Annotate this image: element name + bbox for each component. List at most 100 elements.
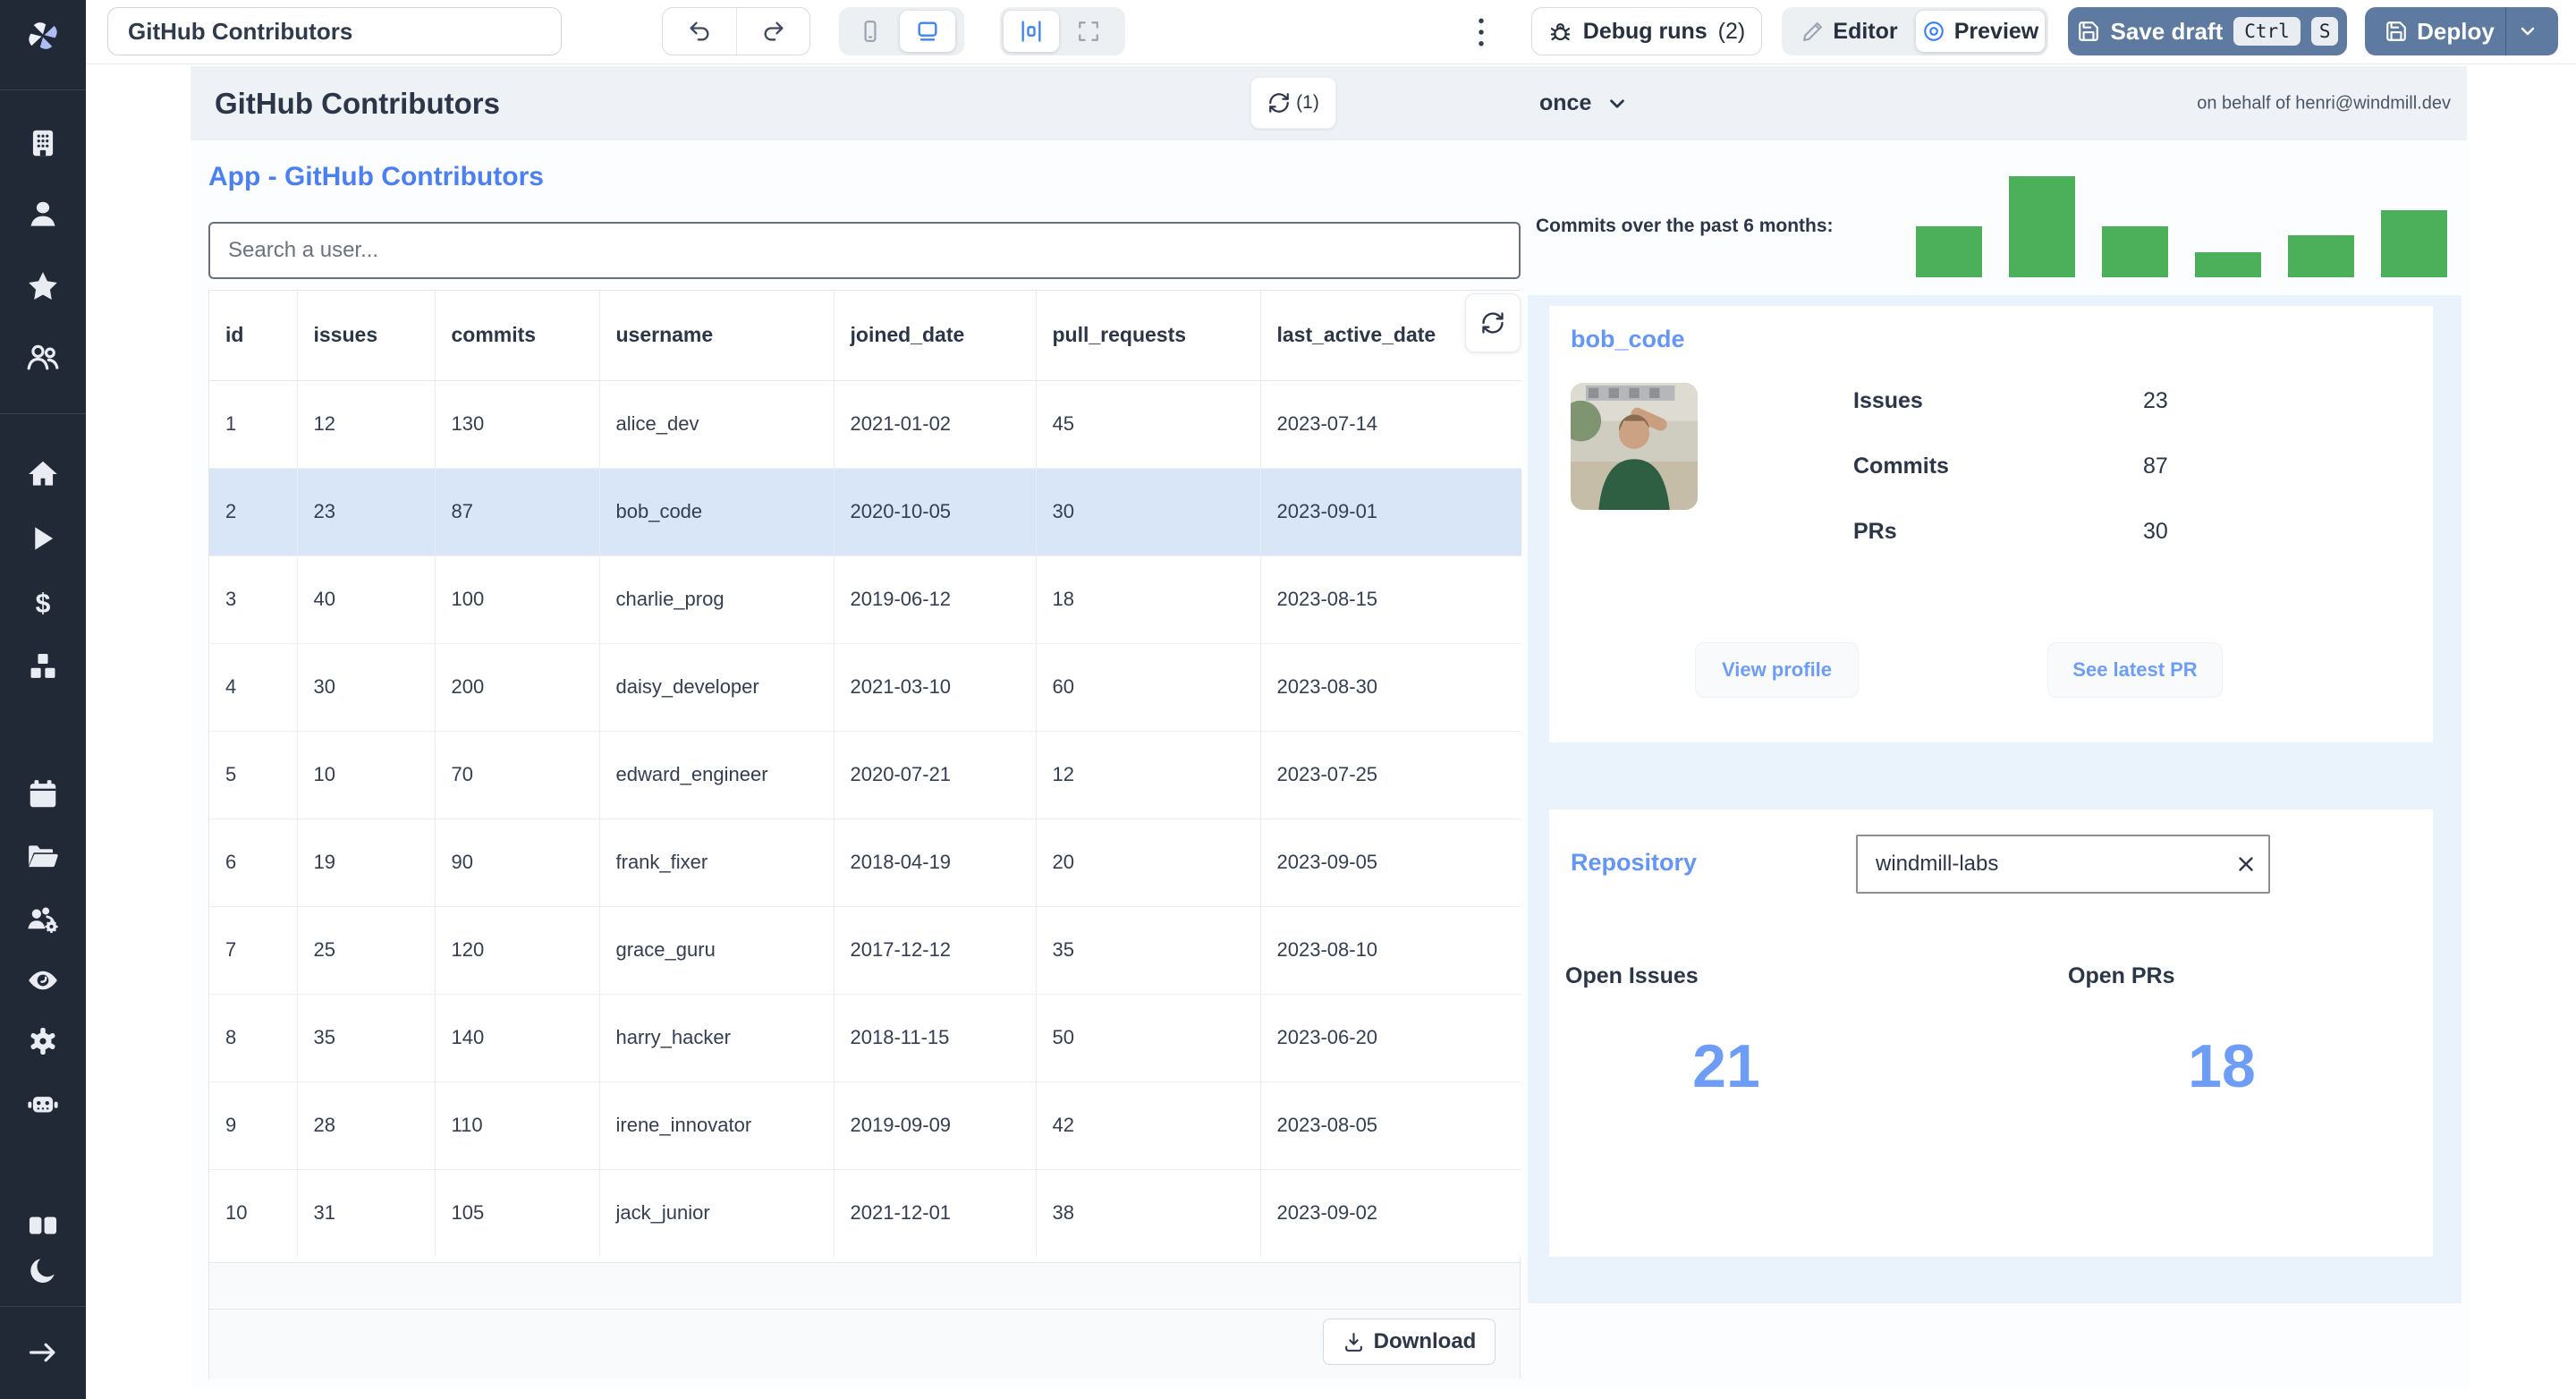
schedule-select[interactable]: once (1539, 66, 1629, 140)
column-header-commits: commits (435, 291, 600, 381)
app-refresh-button[interactable]: (1) (1250, 77, 1336, 129)
table-cell: frank_fixer (599, 818, 835, 906)
more-options-button[interactable] (1470, 13, 1492, 52)
column-header-issues: issues (297, 291, 436, 381)
table-cell: 25 (297, 905, 436, 994)
table-cell: 30 (297, 642, 436, 731)
undo-icon (690, 21, 709, 41)
schedule-value: once (1539, 90, 1592, 115)
home-icon[interactable] (0, 456, 86, 492)
stat-value: 23 (2143, 388, 2168, 413)
undo-button[interactable] (663, 8, 736, 55)
table-cell: 2 (209, 467, 298, 555)
table-cell: 12 (297, 380, 436, 468)
save-draft-button[interactable]: Save draft Ctrl S (2068, 7, 2347, 55)
robot-icon[interactable] (0, 1086, 86, 1122)
table-refresh-button[interactable] (1465, 293, 1521, 352)
column-header-username: username (599, 291, 835, 381)
table-footer: Download (209, 1309, 1520, 1378)
dollar-icon[interactable]: $ (0, 585, 86, 621)
deploy-dropdown-button[interactable] (2517, 21, 2538, 42)
refresh-icon (1482, 312, 1504, 334)
stat-row-issues: Issues 23 (1853, 388, 2354, 419)
table-cell: harry_hacker (599, 993, 835, 1081)
table-cell: edward_engineer (599, 730, 835, 818)
debug-runs-button[interactable]: Debug runs (2) (1531, 7, 1762, 55)
editor-tab-label: Editor (1833, 18, 1898, 44)
fullscreen-button[interactable] (1061, 11, 1116, 52)
table-row[interactable]: 10 31 105 jack_junior 2021-12-01 38 2023-09-02 (209, 1168, 1521, 1257)
center-align-button[interactable] (1004, 11, 1059, 52)
desktop-view-button[interactable] (900, 11, 955, 52)
users-gear-icon[interactable] (0, 902, 86, 937)
redo-button[interactable] (736, 8, 809, 55)
repository-input-wrap (1856, 835, 2270, 894)
calendar-icon[interactable] (0, 776, 86, 812)
repository-input[interactable] (1856, 835, 2270, 894)
sidebar-divider (0, 89, 86, 90)
dark-mode-moon-icon[interactable] (0, 1252, 86, 1288)
column-header-pull_requests: pull_requests (1036, 291, 1261, 381)
book-icon[interactable] (0, 1208, 86, 1243)
table-cell: 18 (1036, 555, 1261, 643)
table-cell: 9 (209, 1081, 298, 1169)
table-cell: 2023-06-20 (1260, 993, 1521, 1081)
stat-value: 30 (2143, 519, 2168, 544)
repository-card-title: Repository (1571, 849, 1698, 876)
user-group-icon[interactable] (0, 340, 86, 376)
windmill-app-editor: $ GitHub Contributors Debug runs (2) Edi… (0, 0, 2576, 1399)
table-cell: 2019-09-09 (834, 1081, 1037, 1169)
download-icon (1344, 1332, 1362, 1352)
preview-tab[interactable]: Preview (1916, 11, 2045, 52)
table-cell: 2019-06-12 (834, 555, 1037, 643)
table-row[interactable]: 3 40 100 charlie_prog 2019-06-12 18 2023-08-15 (209, 555, 1521, 643)
eye-icon[interactable] (0, 962, 86, 998)
bug-icon (1550, 22, 1570, 40)
table-cell: grace_guru (599, 905, 835, 994)
mobile-icon (864, 21, 877, 42)
table-cell: 31 (297, 1168, 436, 1257)
play-icon[interactable] (0, 521, 86, 556)
editor-tab[interactable]: Editor (1785, 11, 1914, 52)
table-row[interactable]: 2 23 87 bob_code 2020-10-05 30 2023-09-01 (209, 467, 1521, 555)
see-latest-pr-button[interactable]: See latest PR (2047, 642, 2223, 698)
table-row[interactable]: 8 35 140 harry_hacker 2018-11-15 50 2023-06-20 (209, 993, 1521, 1081)
table-cell: 2023-09-02 (1260, 1168, 1521, 1257)
table-row[interactable]: 1 12 130 alice_dev 2021-01-02 45 2023-07-14 (209, 380, 1521, 468)
download-button[interactable]: Download (1323, 1318, 1496, 1365)
deploy-button[interactable]: Deploy (2365, 7, 2558, 55)
table-cell: 2023-08-15 (1260, 555, 1521, 643)
table-cell: 42 (1036, 1081, 1261, 1169)
table-row[interactable]: 7 25 120 grace_guru 2017-12-12 35 2023-08-10 (209, 905, 1521, 994)
repository-card: Repository Open Issues Open PRs 21 18 (1549, 810, 2433, 1257)
table-cell: 2023-07-25 (1260, 730, 1521, 818)
app-title-input[interactable] (107, 7, 562, 55)
search-input[interactable] (208, 222, 1521, 279)
desktop-icon (918, 21, 937, 41)
cubes-icon[interactable] (0, 649, 86, 685)
download-label: Download (1373, 1329, 1477, 1353)
view-profile-button[interactable]: View profile (1695, 642, 1859, 698)
table-row[interactable]: 6 19 90 frank_fixer 2018-04-19 20 2023-09-05 (209, 818, 1521, 906)
table-row[interactable]: 4 30 200 daisy_developer 2021-03-10 60 2023-08… (209, 642, 1521, 731)
svg-text:$: $ (36, 589, 51, 618)
table-cell: 2020-10-05 (834, 467, 1037, 555)
table-row[interactable]: 9 28 110 irene_innovator 2019-09-09 42 2023-08… (209, 1081, 1521, 1169)
clear-input-button[interactable] (2234, 852, 2258, 876)
chart-bar (2288, 235, 2354, 277)
table-cell: 2020-07-21 (834, 730, 1037, 818)
star-icon[interactable] (0, 268, 86, 304)
collapse-arrow-icon[interactable] (0, 1335, 86, 1370)
table-cell: 100 (435, 555, 600, 643)
table-row[interactable]: 5 10 70 edward_engineer 2020-07-21 12 2023-07-… (209, 730, 1521, 818)
workspace-building-icon[interactable] (0, 125, 86, 161)
table-cell: 2023-08-10 (1260, 905, 1521, 994)
table-cell: 1 (209, 380, 298, 468)
folder-icon[interactable] (0, 839, 86, 875)
app-header-title: GitHub Contributors (215, 86, 500, 120)
contributors-table-body: 1 12 130 alice_dev 2021-01-02 45 2023-07-14 2 23… (209, 380, 1521, 1257)
mobile-view-button[interactable] (843, 11, 898, 52)
windmill-logo-icon[interactable] (0, 14, 86, 57)
user-icon[interactable] (0, 197, 86, 233)
gear-icon[interactable] (0, 1023, 86, 1059)
